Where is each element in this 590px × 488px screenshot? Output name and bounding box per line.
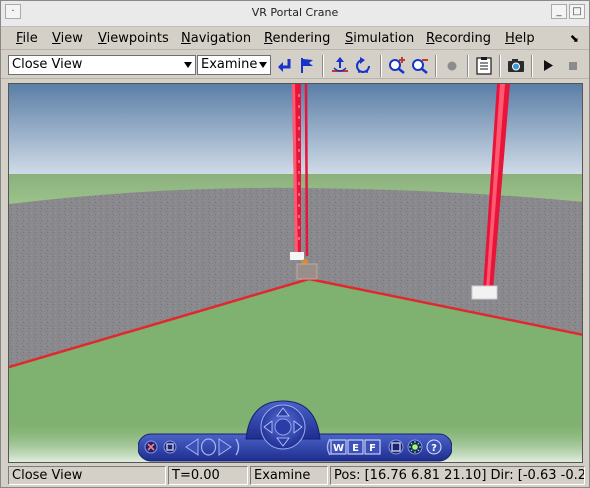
minimize-window-button[interactable]: _ [551, 4, 567, 19]
menu-navigation[interactable]: Navigation [181, 31, 251, 46]
examine-mode-label: E [352, 443, 359, 454]
menu-bar: File View Viewpoints Navigation Renderin… [1, 28, 589, 50]
menu-simulation[interactable]: Simulation [345, 31, 414, 46]
toolbar-separator [467, 55, 469, 77]
toolbar-separator [499, 55, 501, 77]
chevron-down-icon [184, 62, 192, 68]
help-icon[interactable]: ? [426, 439, 442, 455]
toolbar-separator [380, 55, 382, 77]
menu-navigation-key: N [181, 31, 191, 46]
zoom-out-icon[interactable] [410, 56, 430, 75]
record-icon[interactable] [442, 56, 462, 75]
menu-view-label: iew [60, 31, 83, 46]
menu-viewpoints[interactable]: Viewpoints [98, 31, 169, 46]
close-icon[interactable] [144, 440, 158, 454]
status-time: T=0.00 [168, 466, 248, 485]
menu-simulation-label: imulation [353, 31, 415, 46]
status-mode: Examine [250, 466, 328, 485]
help-label: ? [431, 443, 437, 454]
stop-icon[interactable] [563, 56, 583, 75]
flag-icon[interactable] [297, 56, 317, 75]
menu-file[interactable]: File [16, 31, 38, 46]
status-position: Pos: [16.76 6.81 21.10] Dir: [-0.63 -0.2… [330, 466, 585, 485]
return-arrow-icon[interactable] [275, 56, 295, 75]
menu-viewpoints-label: iewpoints [106, 31, 169, 46]
menu-view-key: V [52, 31, 61, 46]
play-icon[interactable] [538, 56, 558, 75]
toolbar: Close View Examine [1, 52, 589, 79]
menu-help[interactable]: Help [505, 31, 535, 46]
fly-mode-label: F [369, 443, 376, 454]
navigation-mode-select[interactable]: Examine [197, 55, 271, 75]
navigation-mode-select-value: Examine [201, 57, 258, 72]
menu-navigation-label: avigation [190, 31, 252, 46]
status-viewpoint: Close View [8, 466, 166, 485]
title-bar[interactable]: · VR Portal Crane _ □ [1, 1, 589, 27]
menu-help-key: H [505, 31, 515, 46]
navigation-panel[interactable]: W E F ? [138, 399, 452, 463]
camera-icon[interactable] [506, 56, 526, 75]
chevron-down-icon [259, 62, 267, 68]
menu-detach-icon[interactable]: ⬊ [570, 32, 579, 45]
menu-viewpoints-key: V [98, 31, 107, 46]
notes-icon[interactable] [474, 56, 494, 75]
menu-recording[interactable]: Recording [426, 31, 491, 46]
maximize-window-button[interactable]: □ [569, 4, 585, 19]
status-bar: Close View T=0.00 Examine Pos: [16.76 6.… [1, 465, 589, 487]
undo-move-icon[interactable] [354, 56, 374, 75]
toolbar-separator [435, 55, 437, 77]
app-window: · VR Portal Crane _ □ File View Viewpoin… [0, 0, 590, 488]
zoom-in-icon[interactable] [387, 56, 407, 75]
walk-mode-label: W [333, 443, 344, 454]
menu-help-label: elp [514, 31, 535, 46]
toolbar-separator [531, 55, 533, 77]
navigation-pad-icon[interactable] [260, 404, 306, 450]
toolbar-separator [322, 55, 324, 77]
menu-recording-label: ecording [434, 31, 492, 46]
straighten-up-icon[interactable] [330, 56, 350, 75]
minimize-icon[interactable] [163, 440, 177, 454]
menu-rendering[interactable]: Rendering [264, 31, 330, 46]
fit-view-icon[interactable] [388, 439, 404, 455]
examine-mode-icon[interactable]: E [347, 439, 364, 455]
headlight-icon[interactable] [407, 439, 423, 455]
window-title: VR Portal Crane [251, 6, 339, 19]
viewpoint-select-value: Close View [12, 57, 83, 72]
menu-view[interactable]: View [52, 31, 83, 46]
viewpoint-select[interactable]: Close View [8, 55, 196, 75]
menu-rendering-label: endering [272, 31, 331, 46]
fly-mode-icon[interactable]: F [364, 439, 381, 455]
menu-file-label: ile [22, 31, 38, 46]
walk-mode-icon[interactable]: W [330, 439, 347, 455]
